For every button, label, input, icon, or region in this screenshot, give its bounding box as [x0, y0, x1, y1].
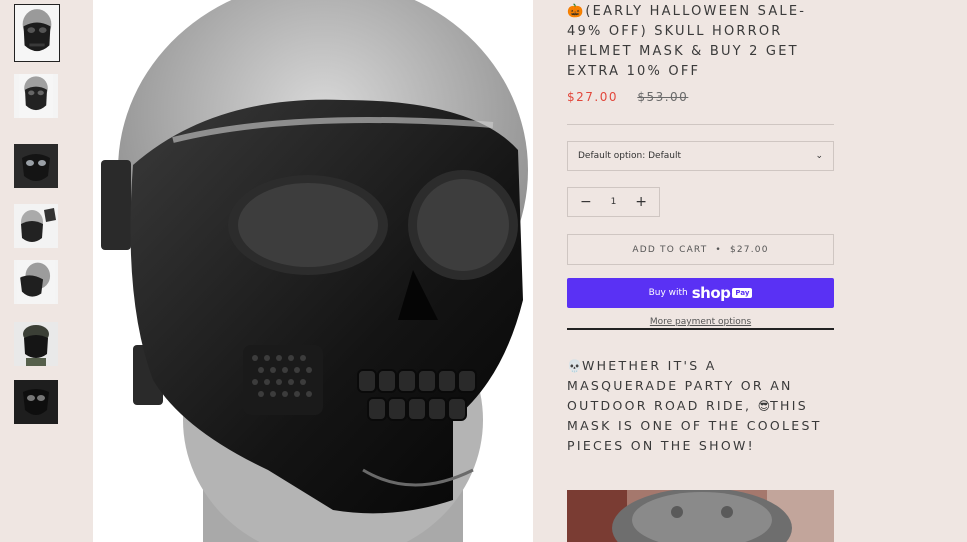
thumbnail-7[interactable]	[14, 380, 58, 424]
thumbnail-5[interactable]	[14, 260, 58, 304]
quantity-stepper[interactable]: − 1 +	[567, 187, 660, 217]
skull-mask-image	[14, 204, 58, 248]
skull-mask-image	[18, 74, 54, 118]
skull-mask-image	[93, 0, 533, 542]
shop-pay-logo: shop	[691, 284, 731, 302]
add-to-cart-price: $27.00	[729, 244, 769, 255]
variant-select[interactable]: Default option: Default ⌄	[567, 141, 834, 171]
thumbnail-4[interactable]	[14, 204, 58, 248]
shop-pay-badge: Pay	[732, 288, 753, 298]
description-image	[567, 490, 834, 542]
skull-emoji-icon: 💀	[567, 359, 582, 373]
thumbnail-3[interactable]	[14, 144, 58, 188]
add-to-cart-label: ADD TO CART	[632, 244, 708, 255]
sunglasses-emoji-icon: 😎	[757, 399, 771, 413]
skull-mask-image	[14, 144, 58, 188]
skull-mask-image	[14, 322, 58, 366]
thumbnail-6[interactable]	[14, 322, 58, 366]
divider	[567, 124, 834, 125]
add-to-cart-separator: •	[715, 244, 722, 255]
quantity-value[interactable]: 1	[611, 197, 617, 207]
skull-mask-image	[14, 380, 58, 424]
skull-mask-image	[15, 5, 59, 61]
variant-select-value: Default option: Default	[578, 151, 681, 161]
quantity-decrease-button[interactable]: −	[580, 195, 592, 209]
product-title: 🎃(EARLY HALLOWEEN SALE- 49% OFF) SKULL H…	[567, 4, 807, 79]
helmet-photo-image	[567, 490, 834, 542]
skull-mask-image	[16, 260, 56, 304]
sale-price: $27.00	[567, 90, 618, 104]
main-product-image[interactable]	[93, 0, 533, 542]
shop-pay-prefix: Buy with	[648, 288, 688, 298]
thumbnail-2[interactable]	[14, 74, 58, 118]
more-payment-options-link[interactable]: More payment options	[567, 317, 834, 327]
divider	[567, 328, 834, 330]
quantity-increase-button[interactable]: +	[635, 195, 647, 209]
thumbnail-1[interactable]	[14, 4, 60, 62]
product-description: 💀WHETHER IT'S A MASQUERADE PARTY OR AN O…	[567, 356, 834, 456]
chevron-down-icon: ⌄	[815, 151, 823, 161]
compare-price: $53.00	[637, 90, 689, 104]
add-to-cart-button[interactable]: ADD TO CART • $27.00	[567, 234, 834, 265]
shop-pay-button[interactable]: Buy with shop Pay	[567, 278, 834, 308]
price-row: $27.00 $53.00	[567, 90, 688, 104]
